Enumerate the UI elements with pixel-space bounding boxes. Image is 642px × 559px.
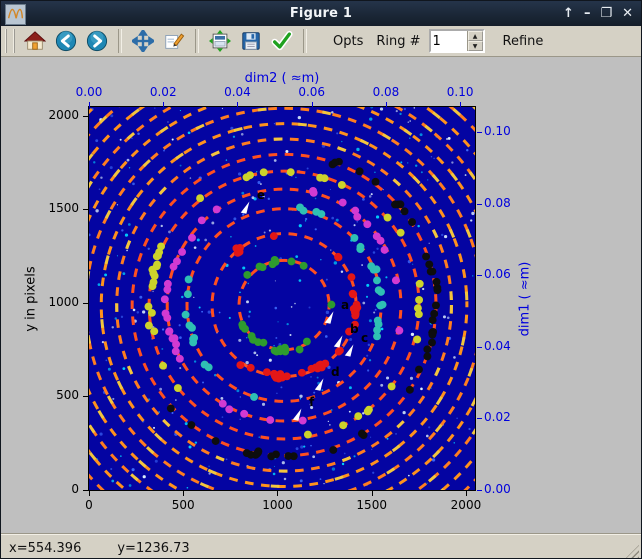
- tick-label: 0.00: [484, 482, 528, 496]
- ring-number-input[interactable]: [431, 31, 467, 51]
- toolbar-drag-handle[interactable]: [5, 29, 15, 53]
- tick-mark: [83, 490, 88, 491]
- spin-down-button[interactable]: ▼: [468, 41, 483, 51]
- window-title: Figure 1: [1, 6, 641, 21]
- tick-mark: [372, 491, 373, 496]
- tick-label: 0.10: [484, 124, 528, 138]
- subplots-icon: [209, 30, 231, 52]
- spin-up-button[interactable]: ▲: [468, 31, 483, 41]
- tick-mark: [183, 491, 184, 496]
- edit-icon: [163, 30, 185, 52]
- save-icon: [240, 30, 262, 52]
- forward-icon: [86, 30, 108, 52]
- tick-label: 0.04: [484, 339, 528, 353]
- tick-label: 0.06: [292, 85, 332, 99]
- tick-mark: [477, 347, 482, 348]
- minimize-button[interactable]: –: [584, 1, 591, 26]
- toolbar-separator: [195, 29, 199, 53]
- resize-grip[interactable]: [625, 545, 639, 559]
- tick-mark: [386, 102, 387, 107]
- tick-mark: [237, 102, 238, 107]
- apply-check-icon: [271, 30, 293, 52]
- refine-button[interactable]: Refine: [498, 34, 549, 49]
- toolbar-separator: [118, 29, 122, 53]
- tick-label: 500: [27, 388, 79, 402]
- forward-button[interactable]: [83, 27, 111, 55]
- tick-mark: [477, 275, 482, 276]
- apply-button[interactable]: [268, 27, 296, 55]
- figure-window: Figure 1 ↑ – ❐ ✕: [0, 0, 642, 559]
- tick-label: 1000: [27, 295, 79, 309]
- tick-mark: [477, 204, 482, 205]
- tick-mark: [460, 102, 461, 107]
- tick-label: 0.00: [69, 85, 109, 99]
- tick-mark: [83, 209, 88, 210]
- tick-label: 0.02: [484, 410, 528, 424]
- tick-mark: [83, 396, 88, 397]
- svg-text:b: b: [350, 322, 359, 336]
- tick-label: 1500: [347, 498, 397, 512]
- svg-text:a: a: [341, 298, 349, 312]
- home-button[interactable]: [21, 27, 49, 55]
- back-icon: [55, 30, 77, 52]
- top-axis-label: dim2 ( ≈m): [89, 71, 475, 86]
- cursor-y-readout: y=1236.73: [117, 541, 189, 556]
- toolbar: Opts Ring # ▲ ▼ Refine: [1, 26, 641, 57]
- figure-canvas: abcdef dim2 ( ≈m) y in pixels dim1 ( ≈m)…: [1, 57, 641, 534]
- configure-subplots-button[interactable]: [206, 27, 234, 55]
- tick-mark: [89, 102, 90, 107]
- cursor-x-readout: x=554.396: [9, 541, 81, 556]
- tick-label: 0.02: [143, 85, 183, 99]
- tick-mark: [277, 491, 278, 496]
- tick-mark: [477, 132, 482, 133]
- tick-mark: [163, 102, 164, 107]
- home-icon: [24, 30, 46, 52]
- back-button[interactable]: [52, 27, 80, 55]
- tick-mark: [312, 102, 313, 107]
- svg-text:d: d: [331, 365, 340, 379]
- ring-number-label: Ring #: [371, 34, 425, 49]
- tick-label: 0.04: [217, 85, 257, 99]
- tick-label: 1000: [252, 498, 302, 512]
- edit-button[interactable]: [160, 27, 188, 55]
- close-button[interactable]: ✕: [622, 1, 633, 26]
- svg-text:e: e: [257, 188, 265, 202]
- tick-label: 2000: [441, 498, 491, 512]
- tick-mark: [477, 418, 482, 419]
- shade-button[interactable]: ↑: [563, 1, 574, 26]
- tick-label: 0: [27, 482, 79, 496]
- tick-label: 0.06: [484, 267, 528, 281]
- tick-label: 0.08: [366, 85, 406, 99]
- tick-mark: [466, 491, 467, 496]
- svg-text:c: c: [361, 331, 368, 345]
- pan-icon: [132, 30, 154, 52]
- toolbar-separator: [303, 29, 307, 53]
- tick-label: 0.10: [440, 85, 480, 99]
- titlebar[interactable]: Figure 1 ↑ – ❐ ✕: [1, 1, 641, 26]
- tick-label: 0.08: [484, 196, 528, 210]
- tick-label: 2000: [27, 108, 79, 122]
- ring-number-spinbox[interactable]: ▲ ▼: [429, 29, 485, 53]
- plot-canvas[interactable]: abc d e f: [88, 106, 476, 491]
- statusbar: x=554.396 y=1236.73: [1, 534, 641, 559]
- maximize-button[interactable]: ❐: [600, 1, 612, 26]
- tick-label: 500: [158, 498, 208, 512]
- tick-label: 1500: [27, 201, 79, 215]
- tick-mark: [477, 490, 482, 491]
- tick-mark: [89, 491, 90, 496]
- tick-mark: [83, 116, 88, 117]
- opts-button[interactable]: Opts: [328, 34, 368, 49]
- tick-label: 0: [64, 498, 114, 512]
- save-button[interactable]: [237, 27, 265, 55]
- tick-mark: [83, 303, 88, 304]
- pan-button[interactable]: [129, 27, 157, 55]
- svg-text:f: f: [309, 395, 315, 409]
